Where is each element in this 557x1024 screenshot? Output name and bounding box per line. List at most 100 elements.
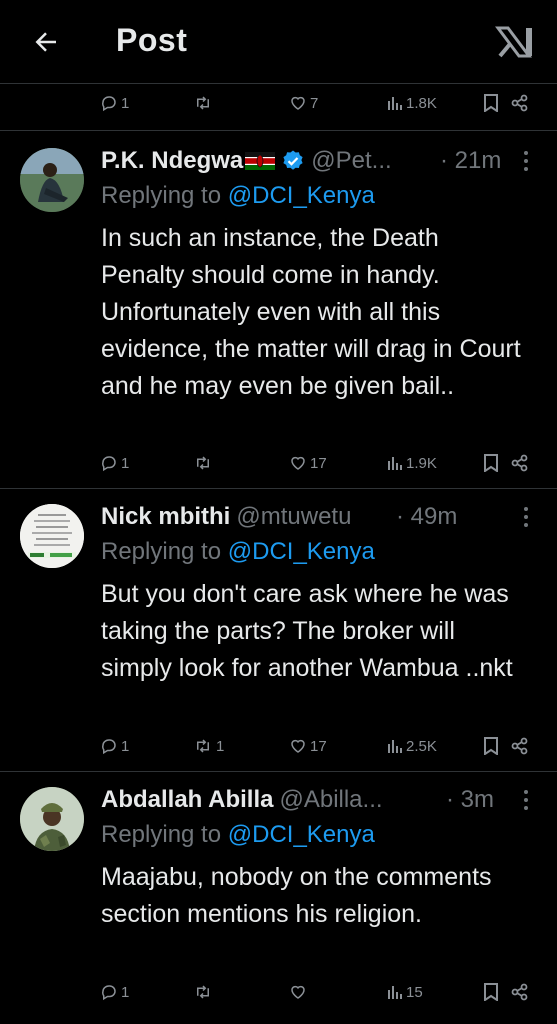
like-count: 7 <box>310 94 319 112</box>
more-options-icon[interactable] <box>519 504 533 530</box>
avatar[interactable] <box>20 504 84 568</box>
mention-link[interactable]: @DCI_Kenya <box>228 182 375 209</box>
reply-count: 1 <box>121 94 130 112</box>
tweet-text: Maajabu, nobody on the comments section … <box>101 863 492 928</box>
views-icon <box>388 740 402 753</box>
repost-button[interactable] <box>193 448 216 478</box>
reply-tweet[interactable]: P.K. Ndegwa @Pet... · 21m Replying to @D… <box>0 144 557 486</box>
tweet-text: In such an instance, the Death Penalty s… <box>101 224 521 400</box>
author-name[interactable]: Nick mbithi <box>101 503 230 531</box>
verified-badge-icon <box>283 150 303 170</box>
avatar[interactable] <box>20 787 84 851</box>
heart-icon <box>291 456 305 470</box>
mention-link[interactable]: @DCI_Kenya <box>228 821 375 848</box>
like-button[interactable]: 17 <box>289 731 327 761</box>
views-count: 1.8K <box>406 94 437 112</box>
repost-button[interactable] <box>193 977 216 1007</box>
like-button[interactable]: 7 <box>289 88 318 118</box>
like-count: 17 <box>310 454 327 472</box>
views-button[interactable]: 2.5K <box>387 731 437 761</box>
bookmark-button[interactable] <box>483 88 499 118</box>
timestamp[interactable]: · 49m <box>396 500 457 534</box>
reply-count: 1 <box>121 983 130 1001</box>
back-button[interactable] <box>28 24 64 60</box>
author-name[interactable]: Abdallah Abilla <box>101 786 273 814</box>
author-handle[interactable]: @mtuwetu <box>236 503 351 531</box>
bookmark-icon <box>484 737 498 755</box>
bookmark-button[interactable] <box>483 448 499 478</box>
bookmark-icon <box>484 983 498 1001</box>
timestamp[interactable]: · 21m <box>440 144 501 178</box>
views-count: 1.9K <box>406 454 437 472</box>
share-button[interactable] <box>511 448 529 478</box>
repost-button[interactable] <box>193 88 216 118</box>
tweet-actions: 1 17 1.9K <box>0 448 557 478</box>
more-options-icon[interactable] <box>519 787 533 813</box>
repost-icon <box>197 456 209 470</box>
avatar[interactable] <box>20 148 84 212</box>
views-icon <box>388 986 402 999</box>
more-options-icon[interactable] <box>519 148 533 174</box>
timestamp[interactable]: · 3m <box>446 783 494 817</box>
like-button[interactable]: 17 <box>289 448 327 478</box>
heart-icon <box>291 985 305 999</box>
reply-count: 1 <box>121 737 130 755</box>
share-button[interactable] <box>511 88 529 118</box>
divider <box>0 130 557 131</box>
reply-button[interactable]: 1 <box>100 448 129 478</box>
author-row: Nick mbithi @mtuwetu <box>101 500 351 534</box>
tweet-actions: 1 1 17 2.5K <box>0 731 557 761</box>
reply-icon <box>102 739 116 755</box>
views-button[interactable]: 1.8K <box>387 88 437 118</box>
share-icon <box>511 983 528 1001</box>
author-handle[interactable]: @Abilla... <box>279 786 382 814</box>
reply-tweet[interactable]: Nick mbithi @mtuwetu · 49m Replying to @… <box>0 500 557 726</box>
views-button[interactable]: 15 <box>387 977 423 1007</box>
author-row: P.K. Ndegwa @Pet... <box>101 144 392 178</box>
reply-icon <box>102 985 116 1001</box>
x-logo-icon[interactable] <box>495 22 535 62</box>
top-bar: Post <box>0 0 557 84</box>
like-count: 17 <box>310 737 327 755</box>
kenya-flag-icon <box>245 152 276 170</box>
reply-count: 1 <box>121 454 130 472</box>
reply-button[interactable]: 1 <box>100 977 129 1007</box>
views-button[interactable]: 1.9K <box>387 448 437 478</box>
replying-to: Replying to @DCI_Kenya <box>101 182 375 210</box>
repost-icon <box>197 96 209 110</box>
reply-button[interactable]: 1 <box>100 731 129 761</box>
author-handle[interactable]: @Pet... <box>311 147 391 175</box>
repost-icon <box>197 739 209 753</box>
like-button[interactable] <box>289 977 310 1007</box>
share-icon <box>511 94 528 112</box>
bookmark-button[interactable] <box>483 977 499 1007</box>
author-row: Abdallah Abilla @Abilla... <box>101 783 383 817</box>
replying-to: Replying to @DCI_Kenya <box>101 538 375 566</box>
share-button[interactable] <box>511 977 529 1007</box>
repost-count: 1 <box>216 737 225 755</box>
views-icon <box>388 97 402 110</box>
divider <box>0 488 557 489</box>
bookmark-button[interactable] <box>483 731 499 761</box>
share-button[interactable] <box>511 731 529 761</box>
mention-link[interactable]: @DCI_Kenya <box>228 538 375 565</box>
share-icon <box>511 454 528 472</box>
views-count: 2.5K <box>406 737 437 755</box>
heart-icon <box>291 96 305 110</box>
divider <box>0 771 557 772</box>
repost-button[interactable]: 1 <box>193 731 224 761</box>
views-count: 15 <box>406 983 423 1001</box>
author-name[interactable]: P.K. Ndegwa <box>101 147 243 175</box>
reply-tweet[interactable]: Abdallah Abilla @Abilla... · 3m Replying… <box>0 783 557 983</box>
tweet-text: But you don't care ask where he was taki… <box>101 580 513 682</box>
repost-icon <box>197 985 209 999</box>
replying-to-label: Replying to <box>101 182 228 209</box>
bookmark-icon <box>484 94 498 112</box>
replying-to-label: Replying to <box>101 821 228 848</box>
bookmark-icon <box>484 454 498 472</box>
share-icon <box>511 737 528 755</box>
reply-icon <box>102 96 116 112</box>
reply-button[interactable]: 1 <box>100 88 129 118</box>
replying-to-label: Replying to <box>101 538 228 565</box>
page-title: Post <box>116 22 188 58</box>
